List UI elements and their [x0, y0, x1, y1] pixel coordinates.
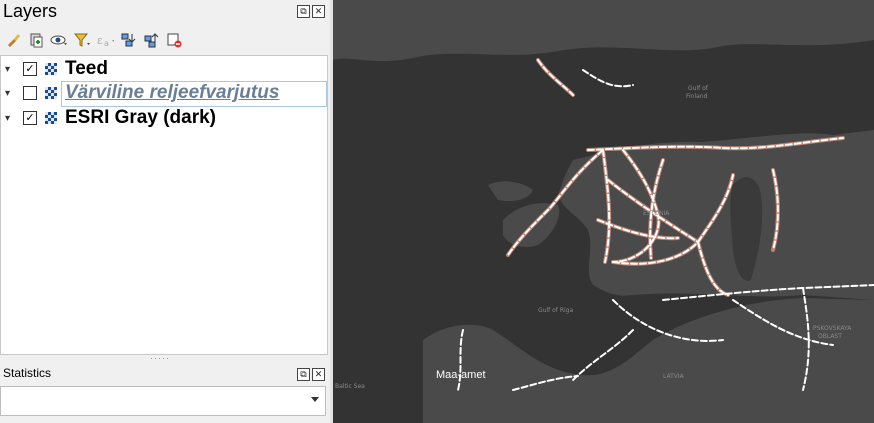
place-label: Finland — [686, 93, 708, 100]
remove-layer-icon[interactable] — [165, 31, 183, 49]
layer-name[interactable]: ESRI Gray (dark) — [65, 107, 216, 129]
map-attribution: Maa-amet — [436, 369, 486, 381]
layer-name[interactable]: Värviline reljeefvarjutus — [65, 82, 279, 104]
place-label: OBLAST — [818, 333, 842, 340]
raster-layer-icon — [45, 87, 57, 99]
float-panel-button[interactable]: ⧉ — [297, 5, 310, 18]
add-group-icon[interactable] — [27, 31, 45, 49]
raster-layer-icon — [45, 112, 57, 124]
close-panel-button[interactable]: ✕ — [312, 5, 325, 18]
collapse-all-icon[interactable] — [142, 31, 160, 49]
layer-row-esri-gray-dark[interactable]: ▾ ✓ ESRI Gray (dark) — [1, 106, 325, 130]
layer-visibility-checkbox[interactable] — [23, 86, 37, 100]
statistics-dock-buttons: ⧉ ✕ — [297, 368, 325, 381]
statistics-panel-title: Statistics — [3, 366, 52, 380]
layer-visibility-checkbox[interactable]: ✓ — [23, 62, 37, 76]
place-label: Gulf of — [688, 85, 709, 92]
place-label: PSKOVSKAYA — [813, 325, 852, 332]
layer-row-teed[interactable]: ▾ ✓ Teed — [1, 57, 325, 81]
svg-text:a: a — [104, 39, 109, 48]
expand-all-icon[interactable] — [119, 31, 137, 49]
layers-toolbar: εa — [4, 30, 183, 50]
land-mass-finland — [333, 0, 874, 62]
layers-panel-title: Layers — [3, 1, 58, 21]
place-label: ESTONIA — [643, 210, 670, 217]
layer-row-varviline-reljeefvarjutus[interactable]: ▾ Värviline reljeefvarjutus — [1, 81, 325, 105]
float-panel-button[interactable]: ⧉ — [297, 368, 310, 381]
place-label: LATVIA — [663, 373, 685, 380]
layers-dock-buttons: ⧉ ✕ — [297, 5, 325, 18]
chevron-down-icon[interactable]: ▾ — [5, 64, 15, 75]
filter-icon[interactable] — [73, 31, 91, 49]
statistics-layer-combobox[interactable] — [0, 386, 326, 416]
chevron-down-icon[interactable]: ▾ — [5, 113, 15, 124]
close-panel-button[interactable]: ✕ — [312, 368, 325, 381]
layer-visibility-checkbox[interactable]: ✓ — [23, 111, 37, 125]
land-mass-island — [488, 181, 533, 202]
layer-tree[interactable]: ▾ ✓ Teed ▾ Värviline reljeefvarjutus ▾ ✓… — [0, 55, 328, 355]
map-render: Gulf of Finland ESTONIA Gulf of Riga LAT… — [333, 0, 874, 423]
left-dock: Layers ⧉ ✕ εa ▾ ✓ Teed ▾ Värviline relje… — [0, 0, 330, 423]
style-brush-icon[interactable] — [4, 31, 22, 49]
map-canvas[interactable]: Gulf of Finland ESTONIA Gulf of Riga LAT… — [333, 0, 874, 423]
dropdown-arrow-icon[interactable] — [311, 397, 319, 402]
place-label: Gulf of Riga — [538, 307, 573, 314]
chevron-down-icon[interactable]: ▾ — [5, 88, 15, 99]
panel-splitter-handle[interactable]: ····· — [150, 353, 170, 363]
layer-name[interactable]: Teed — [65, 58, 108, 80]
raster-layer-icon — [45, 63, 57, 75]
expression-filter-icon[interactable]: εa — [96, 31, 114, 49]
place-label: Baltic Sea — [335, 383, 365, 390]
visibility-eye-icon[interactable] — [50, 31, 68, 49]
svg-text:ε: ε — [97, 34, 103, 47]
